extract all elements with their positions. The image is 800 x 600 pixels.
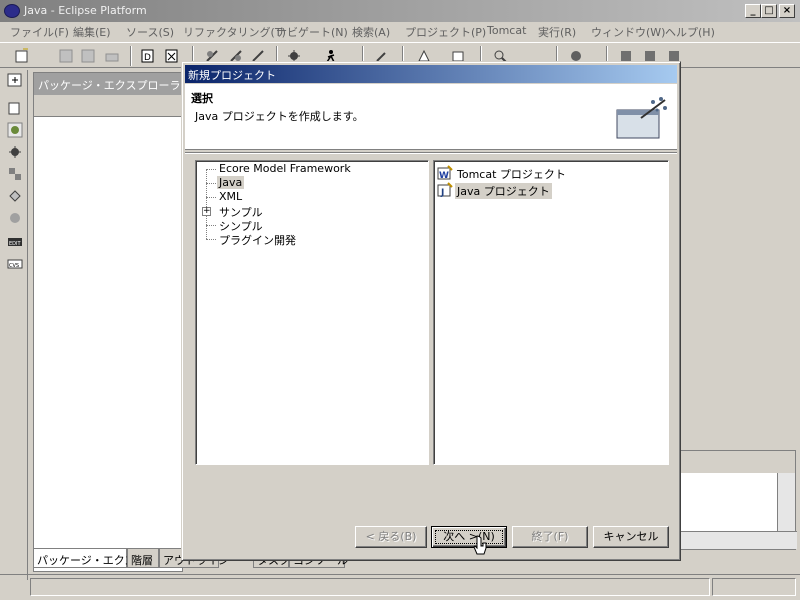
tree-branch <box>206 169 216 170</box>
list-item-label: Tomcat プロジェクト <box>457 168 566 181</box>
tree-branch <box>206 239 216 240</box>
minimize-button[interactable]: _ <box>745 4 761 18</box>
next-button[interactable]: 次へ >(N) <box>431 526 507 548</box>
wizard-list[interactable]: W Tomcat プロジェクト J Java プロジェクト <box>433 160 669 465</box>
menu-search[interactable]: 検索(A) <box>352 24 390 40</box>
menu-refactor[interactable]: リファクタリング(T) <box>183 24 286 40</box>
menu-edit[interactable]: 編集(E) <box>73 24 111 40</box>
menu-window[interactable]: ウィンドウ(W) <box>591 24 665 40</box>
new-project-dialog: 新規プロジェクト 選択 Java プロジェクトを作成します。 + Ecore M… <box>181 61 681 561</box>
new-project-wizard-icon <box>616 97 667 139</box>
window-title: Java - Eclipse Platform <box>24 4 147 17</box>
java-project-icon: J <box>437 182 453 198</box>
back-button[interactable]: < 戻る(B) <box>355 526 427 548</box>
tree-branch <box>206 197 216 198</box>
close-button[interactable]: × <box>779 4 795 18</box>
menu-bar: ファイル(F) 編集(E) ソース(S) リファクタリング(T) ナビゲート(N… <box>0 22 800 41</box>
team-icon[interactable] <box>7 210 23 226</box>
tree-item-xml[interactable]: XML <box>217 190 244 203</box>
mouse-cursor-icon <box>473 535 487 555</box>
tab-package-explorer[interactable]: パッケージ・エクス... <box>33 548 146 568</box>
tree-item-ecore[interactable]: Ecore Model Framework <box>217 162 353 175</box>
vertical-scrollbar[interactable] <box>777 473 795 533</box>
finish-button[interactable]: 終了(F) <box>512 526 588 548</box>
svg-text:D: D <box>144 53 151 63</box>
tree-branch <box>206 225 216 226</box>
status-progress <box>712 578 796 596</box>
tree-item-java[interactable]: Java <box>217 176 245 189</box>
list-item-label: Java プロジェクト <box>455 183 552 199</box>
tree-branch <box>206 183 216 184</box>
open-file-icon[interactable] <box>164 48 180 64</box>
type-hierarchy-icon[interactable] <box>7 166 23 182</box>
menu-project[interactable]: プロジェクト(P) <box>405 24 486 40</box>
list-item-tomcat-project[interactable]: W Tomcat プロジェクト <box>437 165 637 181</box>
console-view <box>680 450 797 550</box>
menu-navigate[interactable]: ナビゲート(N) <box>276 24 348 40</box>
menu-file[interactable]: ファイル(F) <box>10 24 69 40</box>
window-titlebar: Java - Eclipse Platform _ □ × <box>0 0 800 22</box>
status-message <box>30 578 710 596</box>
edit-perspective-icon[interactable]: EDIT <box>7 232 23 248</box>
menu-source[interactable]: ソース(S) <box>126 24 174 40</box>
svg-text:J: J <box>440 188 444 198</box>
save-icon[interactable] <box>58 48 74 64</box>
dialog-banner: 選択 Java プロジェクトを作成します。 <box>185 84 677 150</box>
dialog-title: 新規プロジェクト <box>185 65 677 83</box>
java-perspective-icon[interactable] <box>7 122 23 138</box>
tree-guide-line <box>206 169 207 239</box>
tab-hierarchy[interactable]: 階層 <box>127 548 159 568</box>
open-perspective-icon[interactable] <box>7 72 23 88</box>
perspective-bar: EDIT CVS <box>2 70 28 580</box>
expand-icon[interactable]: + <box>202 207 211 216</box>
wizard-category-tree[interactable]: + Ecore Model Framework Java XML サンプル シン… <box>195 160 429 465</box>
console-output[interactable] <box>681 473 777 533</box>
menu-run[interactable]: 実行(R) <box>538 24 576 40</box>
new-icon[interactable] <box>14 48 30 64</box>
eclipse-icon <box>4 4 20 18</box>
horizontal-scrollbar[interactable] <box>681 531 797 549</box>
status-bar <box>0 574 800 598</box>
debug-perspective-icon[interactable] <box>7 144 23 160</box>
svg-text:CVS: CVS <box>9 263 19 269</box>
maximize-button[interactable]: □ <box>761 4 777 18</box>
print-icon[interactable] <box>104 48 120 64</box>
cvs-icon[interactable] <box>7 188 23 204</box>
svg-text:EDIT: EDIT <box>9 241 21 247</box>
svg-text:W: W <box>439 171 449 181</box>
toolbar-separator <box>130 46 132 66</box>
package-explorer-title: パッケージ・エクスプローラー <box>34 73 182 95</box>
dialog-message: Java プロジェクトを作成します。 <box>195 110 364 123</box>
package-explorer-toolbar <box>34 95 182 117</box>
cancel-button[interactable]: キャンセル <box>593 526 669 548</box>
list-item-java-project[interactable]: J Java プロジェクト <box>437 182 637 199</box>
dialog-heading: 選択 <box>191 92 213 105</box>
tomcat-project-icon: W <box>437 165 453 181</box>
package-explorer-view: パッケージ・エクスプローラー <box>33 72 183 572</box>
cvs-perspective-icon[interactable]: CVS <box>7 254 23 270</box>
tree-item-plugin-dev[interactable]: プラグイン開発 <box>217 232 298 248</box>
resource-perspective-icon[interactable] <box>7 100 23 116</box>
save-all-icon[interactable] <box>80 48 96 64</box>
open-type-icon[interactable]: D <box>140 48 156 64</box>
menu-tomcat[interactable]: Tomcat <box>487 24 526 37</box>
menu-help[interactable]: ヘルプ(H) <box>665 24 715 40</box>
banner-separator <box>185 152 677 154</box>
